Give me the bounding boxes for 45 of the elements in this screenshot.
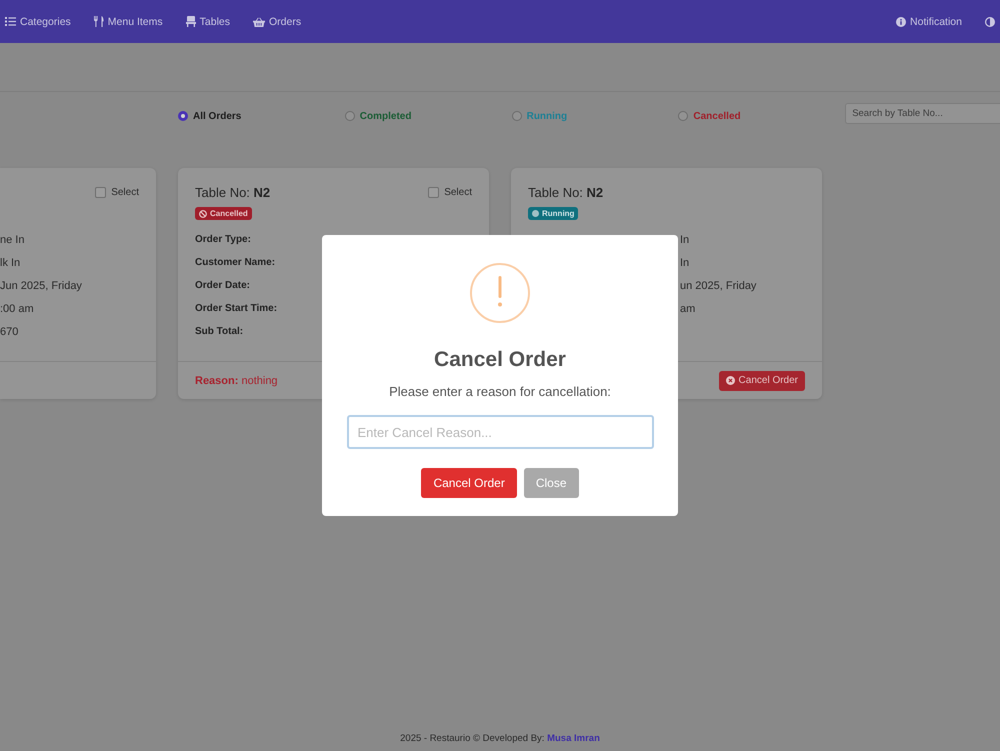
nav-link[interactable]: Menu Items	[94, 16, 163, 28]
detail-value: Jun 2025, Friday	[0, 280, 82, 292]
nav-link[interactable]: Categories	[5, 16, 71, 28]
detail-value: In	[680, 234, 690, 246]
detail-label: Order Date:	[195, 280, 252, 291]
detail-value: am	[680, 302, 696, 314]
chair-icon	[186, 16, 196, 27]
detail-value: In	[680, 256, 690, 268]
select-checkbox[interactable]: Select	[95, 186, 139, 198]
status-badge: Cancelled	[195, 207, 252, 220]
table-number: Table No: N2	[528, 184, 604, 200]
ban-icon	[199, 210, 207, 218]
info-icon	[896, 16, 906, 26]
nav-link[interactable]: Tables	[186, 16, 230, 28]
detail-value: :00 am	[0, 302, 34, 314]
search-field[interactable]: Search by Table No...	[845, 103, 1000, 124]
detail-value: ne In	[0, 234, 24, 246]
cancel-reason-field[interactable]: Enter Cancel Reason...	[346, 415, 654, 449]
nav-link[interactable]: Orders	[253, 16, 302, 28]
dialog-message: Please enter a reason for cancellation:	[389, 383, 611, 401]
detail-label: Order Start Time:	[195, 303, 278, 314]
author-link[interactable]: Musa Imran	[547, 732, 600, 744]
half-circle-icon[interactable]	[985, 16, 995, 26]
detail-value: un 2025, Friday	[680, 280, 756, 292]
detail-value: lk In	[0, 256, 20, 268]
x-circle-icon	[726, 376, 735, 385]
exclamation-circle-icon	[470, 263, 530, 323]
nav-link[interactable]: Notification	[896, 16, 962, 28]
status-badge: Running	[528, 207, 578, 220]
confirm-cancel-button[interactable]: Cancel Order	[421, 468, 517, 498]
dialog-title: Cancel Order	[434, 347, 566, 373]
cancel-reason: Reason: nothing	[195, 374, 278, 386]
detail-value: 670	[0, 326, 18, 338]
list-icon	[5, 17, 16, 26]
detail-label: Order Type:	[195, 234, 252, 245]
footer-credit: 2025 - Restaurio © Developed By: Musa Imran	[400, 732, 600, 744]
detail-label: Customer Name:	[195, 257, 276, 268]
select-checkbox[interactable]: Select	[428, 186, 472, 198]
cancel-order-button[interactable]: Cancel Order	[718, 370, 805, 390]
basket-icon	[253, 16, 265, 26]
detail-label: Sub Total:	[195, 326, 244, 337]
circle-icon	[532, 210, 539, 217]
status-filter-option[interactable]: All Orders	[178, 110, 242, 122]
table-number: Table No: N2	[195, 184, 270, 200]
fork-knife-icon	[94, 16, 104, 27]
